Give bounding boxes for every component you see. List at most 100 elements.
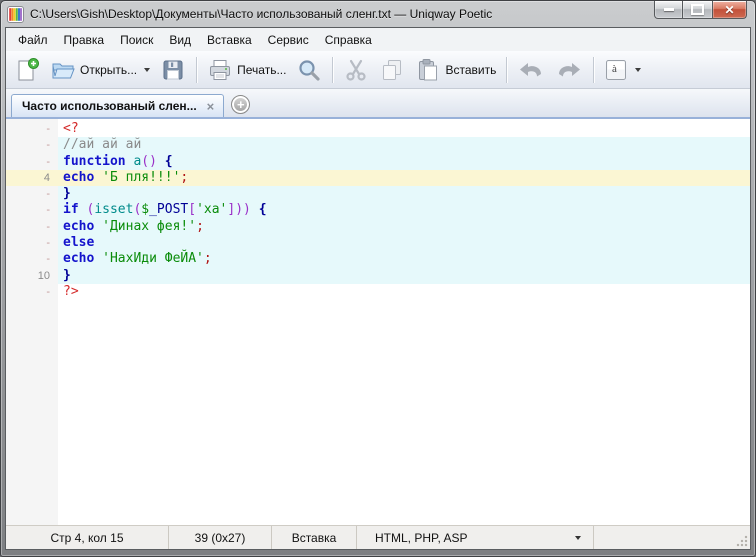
print-button-label: Печать... bbox=[237, 63, 286, 77]
new-tab-button[interactable]: + bbox=[231, 95, 250, 114]
code-line[interactable]: -} bbox=[6, 186, 750, 202]
paste-button-label: Вставить bbox=[445, 63, 496, 77]
status-insert-mode: Вставка bbox=[272, 526, 357, 549]
open-button[interactable]: Открыть... bbox=[45, 54, 155, 86]
code-line[interactable]: -<? bbox=[6, 121, 750, 137]
minimize-icon bbox=[664, 8, 674, 11]
code-line[interactable]: 4echo 'Б пля!!!'; bbox=[6, 170, 750, 186]
save-button[interactable] bbox=[155, 54, 191, 86]
encoding-button[interactable]: à bbox=[599, 54, 646, 86]
paste-button[interactable]: Вставить bbox=[410, 54, 501, 86]
maximize-button[interactable] bbox=[683, 1, 712, 19]
close-button[interactable]: ✕ bbox=[712, 1, 747, 19]
app-window: C:\Users\Gish\Desktop\Документы\Часто ис… bbox=[0, 0, 756, 557]
copy-button[interactable] bbox=[374, 54, 410, 86]
code-lines: -<?-//ай ай ай-function a() {4echo 'Б пл… bbox=[6, 119, 750, 300]
code-line[interactable]: -if (isset($_POST['ха'])) { bbox=[6, 202, 750, 218]
code-line[interactable]: -//ай ай ай bbox=[6, 137, 750, 153]
window-title: C:\Users\Gish\Desktop\Документы\Часто ис… bbox=[30, 7, 749, 21]
line-number: - bbox=[6, 235, 58, 251]
cut-button[interactable] bbox=[338, 54, 374, 86]
code-line[interactable]: -echo 'Динах фея!'; bbox=[6, 219, 750, 235]
search-icon bbox=[296, 57, 322, 83]
new-document-button[interactable] bbox=[9, 54, 45, 86]
title-bar[interactable]: C:\Users\Gish\Desktop\Документы\Часто ис… bbox=[1, 1, 755, 27]
print-button[interactable]: Печать... bbox=[202, 54, 291, 86]
redo-button[interactable] bbox=[550, 54, 588, 86]
code-line[interactable]: -function a() { bbox=[6, 154, 750, 170]
code-line[interactable]: -?> bbox=[6, 284, 750, 300]
save-floppy-icon bbox=[160, 57, 186, 83]
new-document-icon bbox=[14, 57, 40, 83]
line-number: - bbox=[6, 202, 58, 218]
close-icon: ✕ bbox=[724, 4, 734, 16]
undo-button[interactable] bbox=[512, 54, 550, 86]
undo-icon bbox=[517, 57, 545, 83]
code-text: } bbox=[58, 268, 750, 284]
minimize-button[interactable] bbox=[654, 1, 683, 19]
svg-text:à: à bbox=[612, 63, 617, 75]
code-text: function a() { bbox=[58, 154, 750, 170]
open-button-label: Открыть... bbox=[80, 63, 137, 77]
print-icon bbox=[207, 57, 233, 83]
encoding-letter-icon: à bbox=[604, 57, 628, 83]
line-number: - bbox=[6, 251, 58, 267]
code-text: if (isset($_POST['ха'])) { bbox=[58, 202, 750, 218]
code-text: else bbox=[58, 235, 750, 251]
line-number: - bbox=[6, 121, 58, 137]
menu-tools[interactable]: Сервис bbox=[260, 29, 317, 51]
toolbar-separator bbox=[196, 57, 197, 83]
menu-view[interactable]: Вид bbox=[161, 29, 199, 51]
tab-bar: Часто использованый слен... × + bbox=[6, 89, 750, 119]
encoding-dropdown-icon bbox=[635, 68, 641, 72]
paste-clipboard-icon bbox=[415, 57, 441, 83]
tab-label: Часто использованый слен... bbox=[22, 99, 197, 113]
code-text: } bbox=[58, 186, 750, 202]
resize-grip[interactable] bbox=[736, 535, 748, 547]
menu-edit[interactable]: Правка bbox=[56, 29, 113, 51]
line-number: 4 bbox=[6, 170, 58, 186]
code-text: ?> bbox=[58, 284, 750, 300]
app-logo-icon bbox=[7, 6, 24, 23]
code-text: echo 'Динах фея!'; bbox=[58, 219, 750, 235]
code-editor[interactable]: -<?-//ай ай ай-function a() {4echo 'Б пл… bbox=[6, 119, 750, 525]
code-line[interactable]: 10} bbox=[6, 268, 750, 284]
status-bar: Стр 4, кол 15 39 (0x27) Вставка HTML, PH… bbox=[6, 525, 750, 549]
status-empty-cell bbox=[594, 526, 750, 549]
menu-bar: Файл Правка Поиск Вид Вставка Сервис Спр… bbox=[6, 28, 750, 51]
line-number: - bbox=[6, 186, 58, 202]
search-button[interactable] bbox=[291, 54, 327, 86]
redo-icon bbox=[555, 57, 583, 83]
code-text: echo 'Б пля!!!'; bbox=[58, 170, 750, 186]
menu-help[interactable]: Справка bbox=[317, 29, 380, 51]
client-area: Файл Правка Поиск Вид Вставка Сервис Спр… bbox=[5, 27, 751, 550]
code-line[interactable]: -echo 'НахИди ФеЙА'; bbox=[6, 251, 750, 267]
menu-search[interactable]: Поиск bbox=[112, 29, 161, 51]
menu-insert[interactable]: Вставка bbox=[199, 29, 260, 51]
open-folder-icon bbox=[50, 57, 76, 83]
maximize-icon bbox=[691, 4, 704, 15]
toolbar: Открыть... bbox=[6, 51, 750, 89]
cut-scissors-icon bbox=[343, 57, 369, 83]
status-syntax-label: HTML, PHP, ASP bbox=[375, 531, 467, 545]
open-dropdown-icon bbox=[144, 68, 150, 72]
status-syntax-dropdown[interactable]: HTML, PHP, ASP bbox=[357, 526, 594, 549]
line-number: - bbox=[6, 284, 58, 300]
line-number: - bbox=[6, 154, 58, 170]
toolbar-separator bbox=[593, 57, 594, 83]
toolbar-separator bbox=[332, 57, 333, 83]
toolbar-separator bbox=[506, 57, 507, 83]
line-number: 10 bbox=[6, 268, 58, 284]
code-text: //ай ай ай bbox=[58, 137, 750, 153]
window-controls: ✕ bbox=[654, 1, 747, 19]
line-number: - bbox=[6, 137, 58, 153]
tab-close-icon[interactable]: × bbox=[207, 100, 215, 113]
code-text: <? bbox=[58, 121, 750, 137]
syntax-dropdown-icon bbox=[575, 536, 581, 540]
status-char-code: 39 (0x27) bbox=[169, 526, 272, 549]
tab-active-document[interactable]: Часто использованый слен... × bbox=[11, 94, 224, 117]
code-line[interactable]: -else bbox=[6, 235, 750, 251]
menu-file[interactable]: Файл bbox=[10, 29, 56, 51]
line-number: - bbox=[6, 219, 58, 235]
copy-icon bbox=[379, 57, 405, 83]
